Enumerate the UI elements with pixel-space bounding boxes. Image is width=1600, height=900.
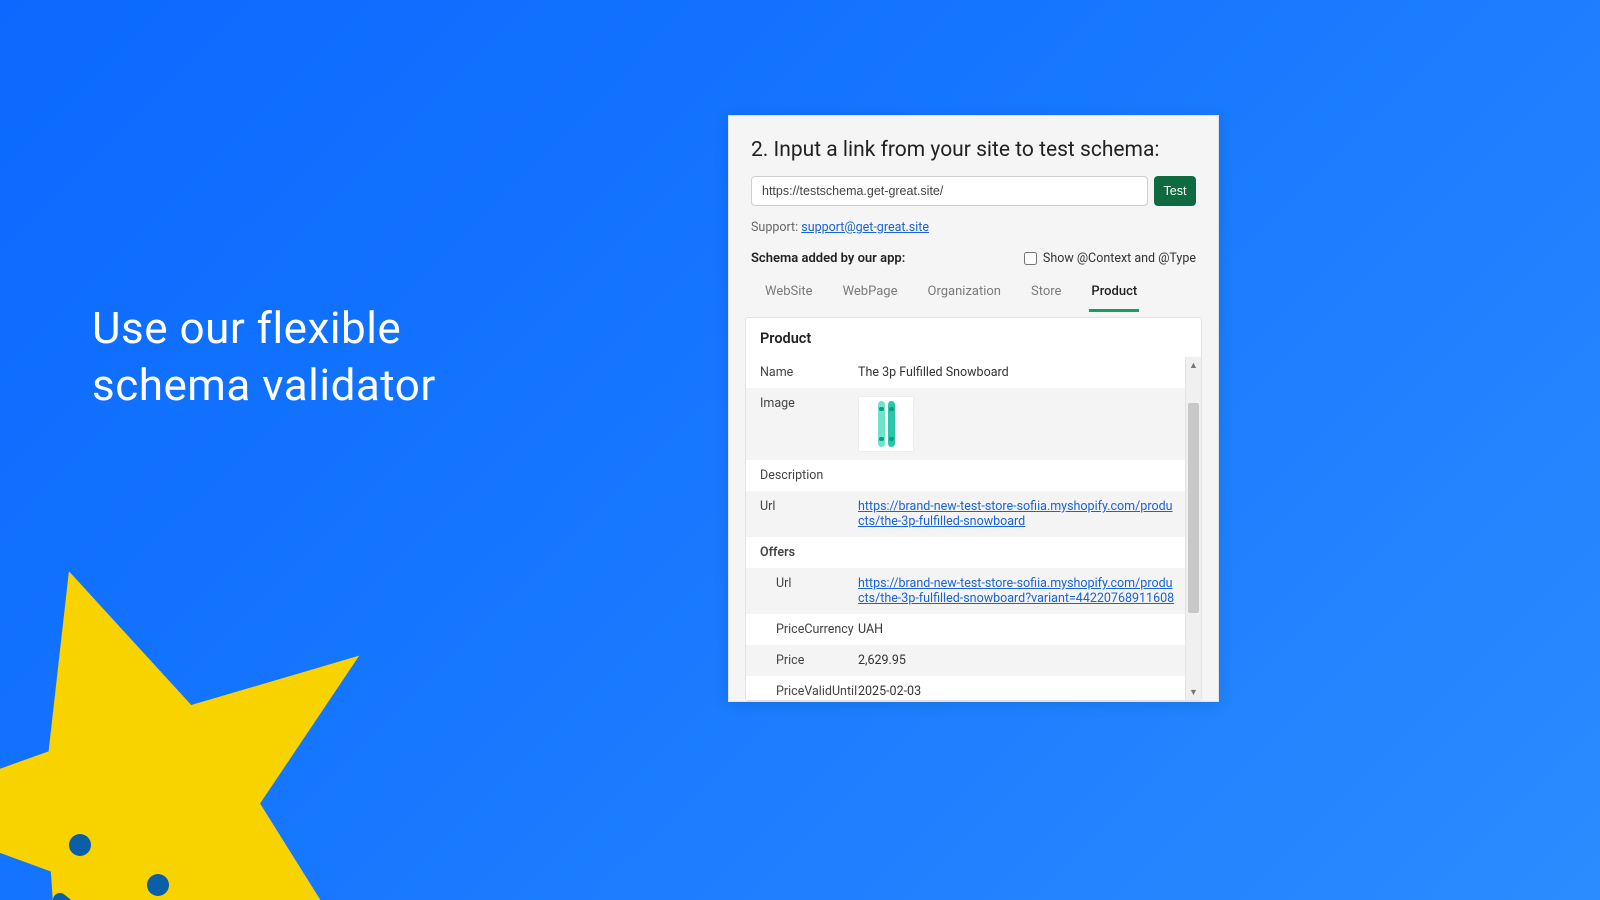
headline: Use our flexible schema validator	[92, 300, 436, 414]
property-value: The 3p Fulfilled Snowboard	[858, 357, 1185, 388]
url-input[interactable]	[751, 176, 1148, 206]
property-row: Offers	[746, 537, 1185, 568]
tab-product[interactable]: Product	[1089, 276, 1139, 312]
property-row: Price2,629.95	[746, 645, 1185, 676]
show-context-checkbox[interactable]	[1024, 252, 1037, 265]
headline-line-1: Use our flexible	[92, 300, 436, 357]
show-context-label: Show @Context and @Type	[1043, 251, 1196, 266]
schema-added-label: Schema added by our app:	[751, 251, 905, 266]
validator-panel: 2. Input a link from your site to test s…	[728, 115, 1219, 702]
scroll-thumb[interactable]	[1188, 403, 1199, 613]
tab-organization[interactable]: Organization	[926, 276, 1003, 312]
property-key: Name	[746, 357, 858, 388]
tab-website[interactable]: WebSite	[763, 276, 815, 312]
property-key: Offers	[746, 537, 858, 568]
property-value: https://brand-new-test-store-sofiia.mysh…	[858, 491, 1185, 537]
show-context-toggle[interactable]: Show @Context and @Type	[1024, 251, 1196, 266]
schema-header-row: Schema added by our app: Show @Context a…	[751, 251, 1196, 266]
tab-store[interactable]: Store	[1029, 276, 1063, 312]
url-input-row: Test	[751, 176, 1196, 206]
support-email-link[interactable]: support@get-great.site	[801, 220, 929, 235]
property-key: Url	[746, 568, 858, 614]
property-key: Description	[746, 460, 858, 491]
test-button[interactable]: Test	[1154, 176, 1196, 206]
card-title: Product	[746, 318, 1201, 357]
property-value	[858, 537, 1185, 568]
property-key: Url	[746, 491, 858, 537]
property-key: Image	[746, 388, 858, 460]
tab-webpage[interactable]: WebPage	[841, 276, 900, 312]
property-row: PriceCurrencyUAH	[746, 614, 1185, 645]
headline-line-2: schema validator	[92, 357, 436, 414]
property-row: NameThe 3p Fulfilled Snowboard	[746, 357, 1185, 388]
property-row: Description	[746, 460, 1185, 491]
property-value	[858, 460, 1185, 491]
panel-title: 2. Input a link from your site to test s…	[751, 138, 1196, 162]
support-prefix: Support:	[751, 220, 801, 235]
property-link[interactable]: https://brand-new-test-store-sofiia.mysh…	[858, 499, 1173, 529]
property-value: https://brand-new-test-store-sofiia.mysh…	[858, 568, 1185, 614]
scroll-down-arrow-icon[interactable]: ▼	[1186, 684, 1201, 700]
property-row: Urlhttps://brand-new-test-store-sofiia.m…	[746, 491, 1185, 537]
property-value	[858, 388, 1185, 460]
property-key: Price	[746, 645, 858, 676]
scroll-track[interactable]	[1186, 373, 1201, 684]
scroll-up-arrow-icon[interactable]: ▲	[1186, 357, 1201, 373]
property-rows: NameThe 3p Fulfilled SnowboardImageDescr…	[746, 357, 1185, 700]
property-link[interactable]: https://brand-new-test-store-sofiia.mysh…	[858, 576, 1174, 606]
property-row: Urlhttps://brand-new-test-store-sofiia.m…	[746, 568, 1185, 614]
property-key: PriceValidUntil	[746, 676, 858, 700]
property-value: UAH	[858, 614, 1185, 645]
star-mascot	[0, 530, 400, 900]
vertical-scrollbar[interactable]: ▲ ▼	[1185, 357, 1201, 700]
product-image-thumb	[858, 396, 914, 452]
support-line: Support: support@get-great.site	[751, 220, 1196, 235]
card-scroll-area: NameThe 3p Fulfilled SnowboardImageDescr…	[746, 357, 1201, 700]
schema-tabs: WebSite WebPage Organization Store Product	[745, 276, 1202, 313]
schema-card: Product NameThe 3p Fulfilled SnowboardIm…	[745, 317, 1202, 701]
property-value: 2025-02-03	[858, 676, 1185, 700]
property-row: PriceValidUntil2025-02-03	[746, 676, 1185, 700]
property-key: PriceCurrency	[746, 614, 858, 645]
property-row: Image	[746, 388, 1185, 460]
property-value: 2,629.95	[858, 645, 1185, 676]
marketing-slide: Use our flexible schema validator 2. Inp…	[0, 0, 1600, 900]
